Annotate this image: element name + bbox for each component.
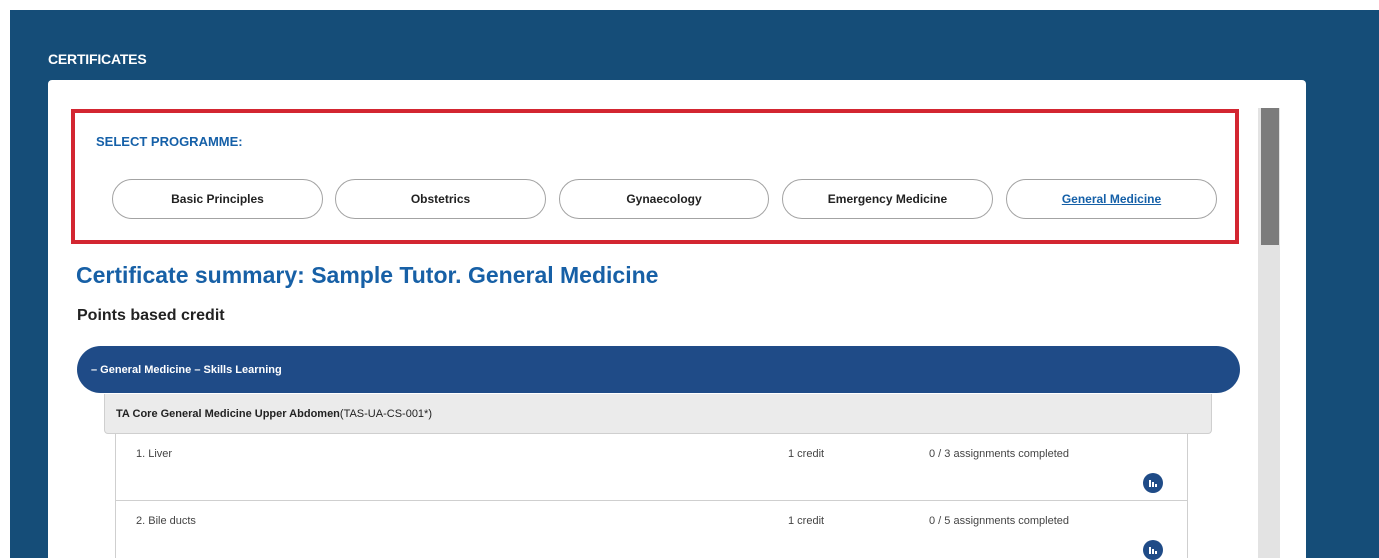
points-credit-heading: Points based credit xyxy=(77,307,225,324)
section-label: – General Medicine – Skills Learning xyxy=(91,363,282,376)
page-heading: CERTIFICATES xyxy=(48,51,147,67)
module-group-name: TA Core General Medicine Upper Abdomen xyxy=(116,407,340,420)
programme-button-general-medicine[interactable]: General Medicine xyxy=(1006,179,1217,219)
programme-button-gynaecology[interactable]: Gynaecology xyxy=(559,179,769,219)
item-progress: 0 / 5 assignments completed xyxy=(929,515,1070,527)
module-item-list: 1. Liver 1 credit 0 / 3 assignments comp… xyxy=(115,434,1188,560)
section-toggle-skills-learning[interactable]: – General Medicine – Skills Learning xyxy=(77,346,1240,393)
programme-button-label: Gynaecology xyxy=(626,192,702,206)
programme-button-label: Obstetrics xyxy=(410,192,471,206)
item-name: 2. Bile ducts xyxy=(136,515,196,527)
programme-button-label: Emergency Medicine xyxy=(827,192,948,206)
programme-button-label: Basic Principles xyxy=(171,192,264,206)
module-group-header: TA Core General Medicine Upper Abdomen (T… xyxy=(104,394,1212,434)
bar-chart-icon[interactable] xyxy=(1143,540,1163,560)
list-item: 1. Liver 1 credit 0 / 3 assignments comp… xyxy=(116,434,1187,501)
scrollbar-thumb[interactable] xyxy=(1261,108,1279,245)
item-progress: 0 / 3 assignments completed xyxy=(929,448,1070,460)
item-name: 1. Liver xyxy=(136,448,173,460)
programme-selector-highlight xyxy=(71,109,1239,244)
list-item: 2. Bile ducts 1 credit 0 / 5 assignments… xyxy=(116,501,1187,560)
item-credit: 1 credit xyxy=(788,448,825,460)
bar-chart-icon[interactable] xyxy=(1143,473,1163,493)
programme-button-basic-principles[interactable]: Basic Principles xyxy=(112,179,323,219)
item-credit: 1 credit xyxy=(788,515,825,527)
module-group-code: (TAS-UA-CS-001*) xyxy=(339,407,432,420)
programme-button-label: General Medicine xyxy=(1061,192,1162,206)
select-programme-label: SELECT PROGRAMME: xyxy=(96,134,243,149)
programme-button-obstetrics[interactable]: Obstetrics xyxy=(335,179,546,219)
certificate-summary-title: Certificate summary: Sample Tutor. Gener… xyxy=(76,262,659,288)
programme-button-emergency-medicine[interactable]: Emergency Medicine xyxy=(782,179,993,219)
